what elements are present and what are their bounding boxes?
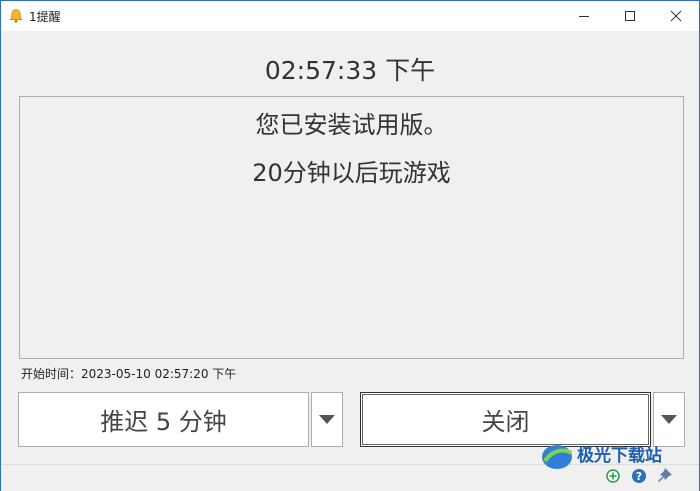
chevron-down-icon [319, 414, 335, 424]
bell-icon [9, 9, 23, 23]
current-time: 02:57:33 下午 [264, 56, 436, 85]
message-panel: 您已安装试用版。 20分钟以后玩游戏 [19, 96, 684, 359]
start-time-row: 开始时间：2023-05-10 02:57:20 下午 [21, 365, 236, 382]
close-icon [670, 10, 682, 22]
help-icon[interactable]: ? [631, 468, 647, 484]
maximize-icon [625, 11, 635, 21]
message-line: 20分钟以后玩游戏 [252, 159, 451, 187]
chevron-down-icon [661, 414, 677, 424]
message-line: 您已安装试用版。 [255, 111, 448, 139]
svg-text:?: ? [636, 470, 642, 483]
snooze-button[interactable]: 推迟 5 分钟 [18, 392, 309, 447]
app-window: 1提醒 02:57:33 下午 您已安装试用版。 20分钟以后玩游戏 开始时间：… [0, 0, 700, 491]
start-time-value: 2023-05-10 02:57:20 下午 [81, 367, 237, 381]
snooze-dropdown-button[interactable] [311, 392, 343, 447]
svg-text:极光下载站: 极光下载站 [577, 445, 662, 466]
close-window-button[interactable] [653, 1, 699, 31]
minimize-button[interactable] [561, 1, 607, 31]
minimize-icon [579, 16, 589, 17]
title-bar[interactable]: 1提醒 [1, 1, 699, 31]
maximize-button[interactable] [607, 1, 653, 31]
add-icon[interactable] [605, 468, 621, 484]
pin-icon[interactable] [657, 468, 673, 484]
window-title: 1提醒 [29, 10, 61, 24]
start-time-label: 开始时间： [21, 367, 82, 381]
